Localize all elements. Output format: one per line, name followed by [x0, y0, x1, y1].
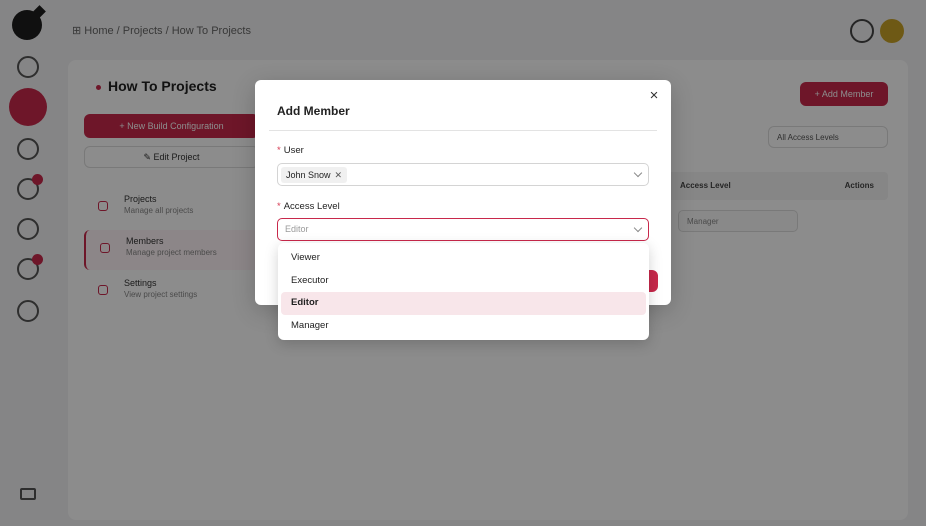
user-tag-label: John Snow — [286, 170, 331, 180]
access-level-field-label: * Access Level — [277, 201, 340, 212]
user-label-text: User — [283, 145, 304, 156]
user-field-label: * User — [277, 145, 304, 156]
access-level-dropdown: Viewer Executor Editor Manager — [278, 243, 649, 340]
remove-tag-icon[interactable]: ✕ — [335, 170, 343, 180]
user-tag: John Snow ✕ — [281, 167, 348, 183]
option-manager[interactable]: Manager — [281, 315, 646, 338]
access-level-label-text: Access Level — [283, 201, 340, 212]
access-level-select[interactable]: Editor — [277, 218, 649, 241]
chevron-down-icon[interactable] — [633, 223, 643, 233]
divider — [269, 130, 657, 131]
close-icon[interactable]: × — [647, 88, 661, 103]
access-level-placeholder: Editor — [285, 224, 309, 234]
user-select[interactable]: John Snow ✕ — [277, 163, 649, 186]
option-viewer[interactable]: Viewer — [281, 247, 646, 270]
modal-title: Add Member — [277, 104, 350, 118]
required-mark: * — [277, 201, 281, 212]
required-mark: * — [277, 145, 281, 156]
option-editor[interactable]: Editor — [281, 292, 646, 315]
option-executor[interactable]: Executor — [281, 270, 646, 293]
chevron-down-icon[interactable] — [633, 168, 643, 178]
